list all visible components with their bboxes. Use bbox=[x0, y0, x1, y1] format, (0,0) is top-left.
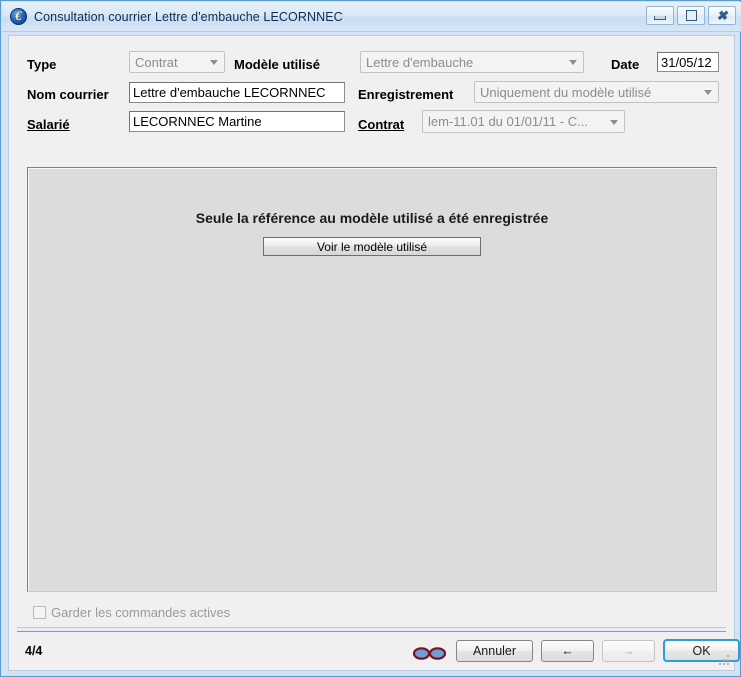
enregistrement-dropdown[interactable]: Uniquement du modèle utilisé bbox=[474, 81, 719, 103]
enregistrement-label: Enregistrement bbox=[358, 87, 454, 102]
nom-courrier-label: Nom courrier bbox=[27, 87, 109, 102]
nom-courrier-input-value: Lettre d'embauche LECORNNEC bbox=[133, 85, 326, 100]
type-dropdown[interactable]: Contrat bbox=[129, 51, 225, 73]
glasses-icon[interactable] bbox=[412, 647, 447, 660]
type-label: Type bbox=[27, 57, 57, 72]
date-input[interactable]: 31/05/12 bbox=[657, 52, 719, 72]
chevron-down-icon bbox=[610, 119, 618, 125]
title-bar[interactable]: € Consultation courrier Lettre d'embauch… bbox=[2, 2, 741, 32]
chevron-down-icon bbox=[704, 90, 712, 95]
salarie-label[interactable]: Salarié bbox=[27, 117, 70, 132]
document-preview-panel: Seule la référence au modèle utilisé a é… bbox=[27, 167, 717, 592]
chevron-down-icon bbox=[569, 60, 577, 65]
garder-commandes-actives-row[interactable]: Garder les commandes actives bbox=[33, 605, 230, 620]
maximize-button[interactable] bbox=[677, 6, 705, 25]
salarie-input[interactable]: LECORNNEC Martine bbox=[129, 111, 345, 132]
reference-message: Seule la référence au modèle utilisé a é… bbox=[195, 210, 549, 226]
chevron-down-icon bbox=[210, 60, 218, 65]
modele-utilise-dropdown-value: Lettre d'embauche bbox=[366, 54, 474, 70]
record-counter: 4/4 bbox=[25, 644, 43, 658]
window-title: Consultation courrier Lettre d'embauche … bbox=[34, 9, 343, 24]
euro-globe-icon: € bbox=[10, 8, 27, 25]
application-window: € Consultation courrier Lettre d'embauch… bbox=[0, 0, 741, 677]
close-icon: ✖ bbox=[716, 8, 728, 23]
minimize-icon bbox=[647, 7, 673, 24]
minimize-button[interactable] bbox=[646, 6, 674, 25]
garder-commandes-actives-label: Garder les commandes actives bbox=[51, 605, 231, 620]
footer-bar: 4/4 Annuler ← → OK bbox=[9, 632, 740, 670]
type-dropdown-value: Contrat bbox=[135, 54, 178, 70]
date-input-value: 31/05/12 bbox=[661, 54, 712, 70]
cancel-button[interactable]: Annuler bbox=[456, 640, 533, 662]
modele-utilise-dropdown[interactable]: Lettre d'embauche bbox=[360, 51, 584, 73]
enregistrement-dropdown-value: Uniquement du modèle utilisé bbox=[480, 84, 652, 100]
euro-globe-icon-glyph: € bbox=[15, 8, 22, 23]
contrat-label[interactable]: Contrat bbox=[358, 117, 404, 132]
form-region: Type Contrat Modèle utilisé Lettre d'emb… bbox=[9, 36, 734, 191]
voir-modele-utilise-button[interactable]: Voir le modèle utilisé bbox=[263, 237, 481, 256]
next-button[interactable]: → bbox=[602, 640, 655, 662]
garder-commandes-actives-checkbox[interactable] bbox=[33, 606, 46, 619]
contrat-dropdown-value: lem-11.01 du 01/01/11 - C... bbox=[428, 114, 588, 129]
window-frame-inner: € Consultation courrier Lettre d'embauch… bbox=[2, 2, 741, 675]
previous-button[interactable]: ← bbox=[541, 640, 594, 662]
client-area: Type Contrat Modèle utilisé Lettre d'emb… bbox=[8, 35, 740, 671]
salarie-input-value: LECORNNEC Martine bbox=[133, 114, 262, 129]
modele-utilise-label: Modèle utilisé bbox=[234, 57, 320, 72]
window-controls: ✖ bbox=[646, 6, 736, 25]
resize-grip[interactable] bbox=[717, 653, 731, 667]
nom-courrier-input[interactable]: Lettre d'embauche LECORNNEC bbox=[129, 82, 345, 103]
maximize-icon bbox=[678, 7, 704, 24]
date-label: Date bbox=[611, 57, 640, 72]
close-button[interactable]: ✖ bbox=[708, 6, 736, 25]
contrat-dropdown[interactable]: lem-11.01 du 01/01/11 - C... bbox=[422, 110, 625, 133]
